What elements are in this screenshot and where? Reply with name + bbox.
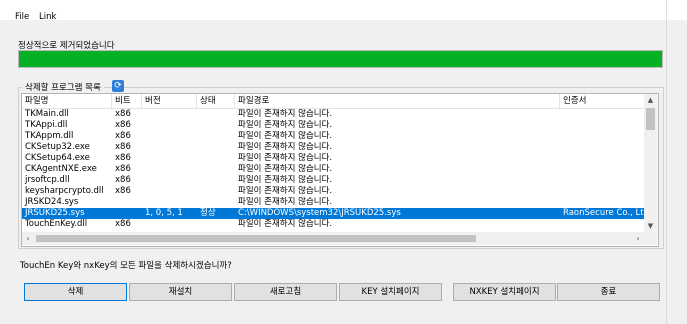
cell-filename: keysharpcrypto.dll: [25, 186, 104, 196]
vertical-scroll-thumb[interactable]: [646, 108, 655, 130]
cell-path: 파일이 존재하지 않습니다.: [238, 120, 333, 130]
reinstall-button[interactable]: 재설치: [129, 283, 232, 301]
file-list[interactable]: 파일명 비트 버전 상태 파일경로 인증서 TKMain.dll x86 파일이 존…: [21, 93, 659, 247]
cell-path: 파일이 존재하지 않습니다.: [238, 131, 333, 141]
window-border: [666, 0, 667, 324]
table-row[interactable]: CKAgentNXE.exe x86 파일이 존재하지 않습니다.: [22, 164, 644, 175]
cell-filename: TKMain.dll: [25, 109, 69, 119]
cell-status: 정상: [200, 208, 216, 218]
cell-filename: TKAppm.dll: [25, 131, 74, 141]
header-status[interactable]: 상태: [197, 94, 235, 108]
header-certificate[interactable]: 인증서: [560, 94, 644, 108]
cell-bit: x86: [115, 109, 131, 119]
menu-bar: File Link: [0, 0, 687, 22]
cell-filename: TouchEnKey.dll: [25, 219, 88, 229]
group-label: 삭제할 프로그램 목록: [22, 81, 104, 93]
table-row[interactable]: CKSetup32.exe x86 파일이 존재하지 않습니다.: [22, 142, 644, 153]
cell-bit: x86: [115, 153, 131, 163]
cell-filename: CKSetup32.exe: [25, 142, 90, 152]
cell-bit: x86: [115, 219, 131, 229]
list-rows: TKMain.dll x86 파일이 존재하지 않습니다. TKAppi.dll x86…: [22, 109, 644, 230]
cell-path: 파일이 존재하지 않습니다.: [238, 142, 333, 152]
cell-path: 파일이 존재하지 않습니다.: [238, 175, 333, 185]
cell-path: 파일이 존재하지 않습니다.: [238, 164, 333, 174]
cell-filename: JRSUKD25.sys: [25, 208, 85, 218]
cell-path: 파일이 존재하지 않습니다.: [238, 219, 333, 229]
cell-filename: jrsoftcp.dll: [25, 175, 70, 185]
cell-bit: x86: [115, 131, 131, 141]
cell-filename: JRSKD24.sys: [25, 197, 79, 207]
cell-path: 파일이 존재하지 않습니다.: [238, 197, 333, 207]
refresh-icon[interactable]: ⟳: [112, 80, 124, 92]
cell-path: 파일이 존재하지 않습니다.: [238, 186, 333, 196]
scroll-down-icon[interactable]: ▼: [644, 220, 657, 232]
cell-filename: TKAppi.dll: [25, 120, 68, 130]
table-row[interactable]: TKAppm.dll x86 파일이 존재하지 않습니다.: [22, 131, 644, 142]
cell-bit: x86: [115, 164, 131, 174]
header-filename[interactable]: 파일명: [22, 94, 112, 108]
cell-bit: x86: [115, 142, 131, 152]
cell-bit: x86: [115, 175, 131, 185]
cell-path: 파일이 존재하지 않습니다.: [238, 109, 333, 119]
cell-filename: CKAgentNXE.exe: [25, 164, 97, 174]
cell-path: 파일이 존재하지 않습니다.: [238, 153, 333, 163]
cell-bit: x86: [115, 120, 131, 130]
scroll-up-icon[interactable]: ▲: [644, 94, 657, 106]
table-row[interactable]: TouchEnKey.dll x86 파일이 존재하지 않습니다.: [22, 219, 644, 230]
menu-file[interactable]: File: [15, 12, 29, 22]
header-bit[interactable]: 비트: [112, 94, 142, 108]
scroll-right-icon[interactable]: ›: [632, 232, 644, 245]
table-row[interactable]: TKAppi.dll x86 파일이 존재하지 않습니다.: [22, 120, 644, 131]
menu-link[interactable]: Link: [39, 12, 56, 22]
progress-bar: [18, 50, 663, 68]
table-row[interactable]: jrsoftcp.dll x86 파일이 존재하지 않습니다.: [22, 175, 644, 186]
table-row[interactable]: keysharpcrypto.dll x86 파일이 존재하지 않습니다.: [22, 186, 644, 197]
exit-button[interactable]: 종료: [557, 283, 660, 301]
cell-certificate: RaonSecure Co., Lt: [563, 208, 644, 218]
key-install-page-button[interactable]: KEY 설치페이지: [339, 283, 442, 301]
scroll-left-icon[interactable]: ‹: [22, 232, 34, 245]
nxkey-install-page-button[interactable]: NXKEY 설치페이지: [453, 283, 556, 301]
confirm-question: TouchEn Key와 nxKey의 모든 파일을 삭제하시겠습니까?: [20, 261, 232, 271]
progress-fill: [19, 51, 662, 67]
cell-path: C:\WINDOWS\system32\JRSUKD25.sys: [238, 208, 401, 218]
table-row[interactable]: JRSUKD25.sys 1, 0, 5, 1 정상 C:\WINDOWS\syste…: [22, 208, 644, 219]
list-header: 파일명 비트 버전 상태 파일경로 인증서: [22, 94, 644, 109]
refresh-button[interactable]: 새로고침: [234, 283, 337, 301]
cell-bit: x86: [115, 186, 131, 196]
table-row[interactable]: CKSetup64.exe x86 파일이 존재하지 않습니다.: [22, 153, 644, 164]
table-row[interactable]: TKMain.dll x86 파일이 존재하지 않습니다.: [22, 109, 644, 120]
delete-button[interactable]: 삭제: [24, 283, 127, 301]
scroll-corner: [644, 232, 657, 245]
header-version[interactable]: 버전: [142, 94, 197, 108]
cell-version: 1, 0, 5, 1: [145, 208, 183, 218]
vertical-scrollbar[interactable]: ▲ ▼: [644, 94, 657, 232]
header-path[interactable]: 파일경로: [235, 94, 560, 108]
cell-filename: CKSetup64.exe: [25, 153, 90, 163]
horizontal-scrollbar[interactable]: ‹ ›: [22, 232, 644, 245]
horizontal-scroll-thumb[interactable]: [36, 235, 476, 242]
table-row[interactable]: JRSKD24.sys 파일이 존재하지 않습니다.: [22, 197, 644, 208]
